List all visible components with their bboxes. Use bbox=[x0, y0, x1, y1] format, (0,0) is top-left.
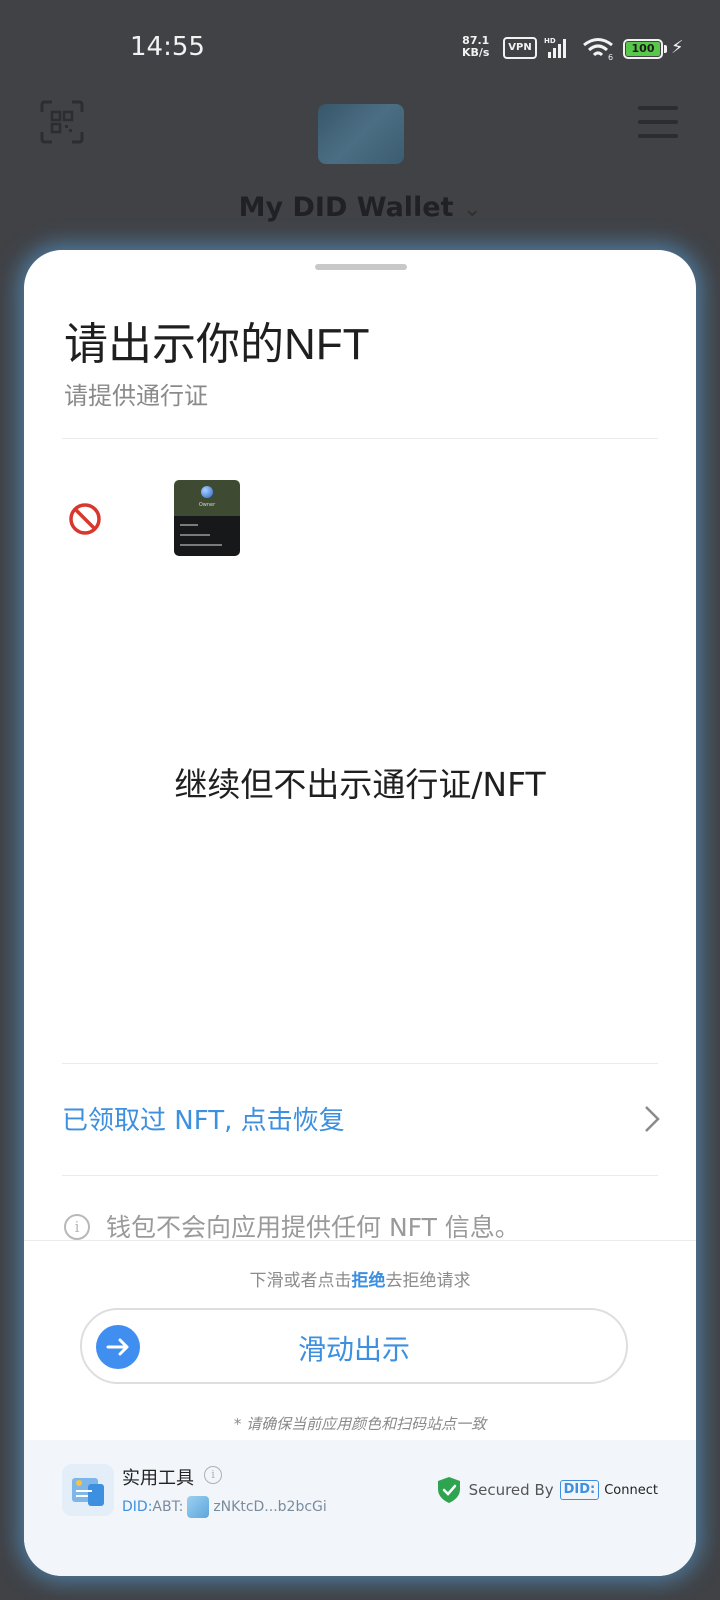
info-icon: i bbox=[64, 1214, 90, 1240]
wallet-title: My DID Wallet bbox=[238, 192, 454, 223]
did-value: zNKtcD...b2bcGi bbox=[213, 1499, 327, 1515]
sheet-grabber[interactable] bbox=[315, 264, 407, 270]
status-bar: 14:55 87.1 KB/s VPN HD 6 100 ⚡ bbox=[0, 0, 720, 90]
nft-card-caption: Owner bbox=[198, 502, 216, 508]
did-address: DID:ABT: zNKtcD...b2bcGi bbox=[122, 1496, 327, 1518]
reject-hint-text: 下滑或者点击 bbox=[249, 1271, 352, 1291]
status-time: 14:55 bbox=[130, 32, 205, 62]
nft-globe-icon bbox=[201, 486, 213, 498]
chevron-right-icon bbox=[645, 1106, 660, 1132]
consistency-note: * 请确保当前应用颜色和扫码站点一致 bbox=[233, 1415, 487, 1433]
divider bbox=[62, 1063, 658, 1064]
reject-hint: 下滑或者点击拒绝去拒绝请求 bbox=[24, 1266, 696, 1291]
divider bbox=[24, 1240, 696, 1241]
battery-icon: 100 bbox=[623, 39, 663, 59]
sheet-subtitle: 请提供通行证 bbox=[64, 382, 208, 410]
privacy-notice-text: 钱包不会向应用提供任何 NFT 信息。 bbox=[106, 1213, 520, 1242]
slide-to-present-slider[interactable]: 滑动出示 bbox=[80, 1308, 628, 1384]
signal-icon: HD bbox=[544, 37, 566, 58]
slider-knob[interactable] bbox=[96, 1325, 140, 1369]
arrow-right-icon bbox=[106, 1338, 129, 1356]
secured-by-text: Secured By bbox=[468, 1481, 554, 1499]
app-info-icon[interactable]: i bbox=[204, 1466, 222, 1484]
divider bbox=[62, 438, 658, 439]
battery-tip bbox=[664, 45, 667, 53]
did-type: ABT: bbox=[152, 1499, 184, 1515]
scan-icon[interactable] bbox=[40, 100, 84, 144]
nft-pass-card[interactable]: Owner bbox=[174, 480, 240, 556]
wallet-switcher[interactable]: My DID Wallet ⌄ bbox=[0, 192, 720, 223]
no-entry-icon[interactable] bbox=[68, 502, 102, 536]
secured-by-badge: Secured By DID: Connect bbox=[437, 1476, 658, 1504]
did-prefix: DID: bbox=[122, 1499, 153, 1515]
wifi-version-label: 6 bbox=[608, 53, 613, 61]
restore-nft-label: 已领取过 NFT, 点击恢复 bbox=[62, 1106, 345, 1136]
did-avatar bbox=[187, 1496, 210, 1518]
app-name: 实用工具 bbox=[122, 1468, 194, 1489]
app-footer: 实用工具 i DID:ABT: zNKtcD...b2bcGi Secured B… bbox=[24, 1440, 696, 1576]
app-icon bbox=[62, 1464, 114, 1516]
menu-icon[interactable] bbox=[638, 106, 678, 138]
restore-nft-link[interactable]: 已领取过 NFT, 点击恢复 bbox=[62, 1100, 662, 1140]
battery-level: 100 bbox=[626, 42, 660, 56]
skip-nft-option[interactable]: 继续但不出示通行证/NFT bbox=[24, 758, 696, 806]
connect-text: Connect bbox=[604, 1482, 658, 1498]
chevron-down-icon: ⌄ bbox=[462, 197, 482, 222]
network-speed: 87.1 KB/s bbox=[462, 35, 489, 59]
slider-label: 滑动出示 bbox=[297, 1333, 410, 1366]
vpn-icon: VPN bbox=[503, 37, 537, 59]
did-logo: DID: bbox=[559, 1480, 600, 1500]
wifi-icon: 6 bbox=[583, 38, 613, 61]
network-speed-unit: KB/s bbox=[462, 46, 490, 59]
wallet-logo bbox=[318, 104, 404, 164]
shield-check-icon bbox=[437, 1477, 460, 1503]
charging-icon: ⚡ bbox=[671, 37, 684, 58]
reject-link[interactable]: 拒绝 bbox=[352, 1271, 386, 1291]
reject-hint-text-after: 去拒绝请求 bbox=[385, 1271, 471, 1291]
sheet-title: 请出示你的NFT bbox=[64, 320, 370, 369]
signal-hd-label: HD bbox=[544, 37, 556, 45]
nft-request-sheet: 请出示你的NFT 请提供通行证 Owner 继续但不出示通行证/NFT 已领取过… bbox=[24, 250, 696, 1576]
divider bbox=[62, 1175, 658, 1176]
